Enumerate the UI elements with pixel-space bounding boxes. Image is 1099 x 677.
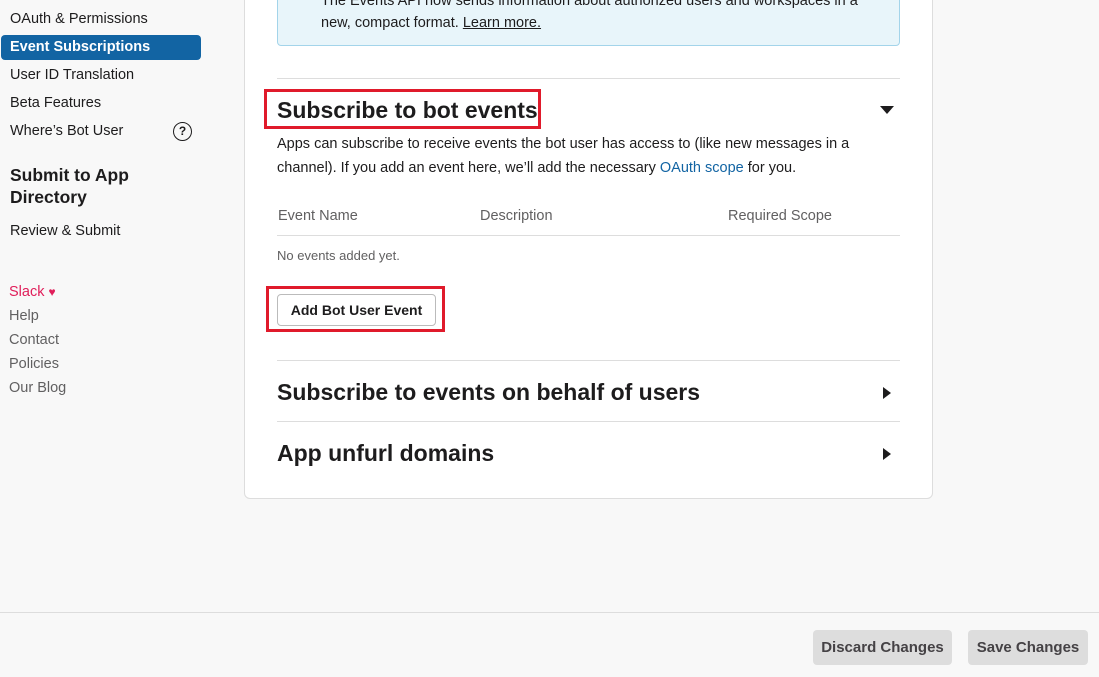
unfurl-domains-title[interactable]: App unfurl domains (277, 438, 494, 468)
caret-right-icon[interactable] (883, 448, 891, 460)
column-header-description: Description (480, 208, 553, 224)
bot-events-description: Apps can subscribe to receive events the… (277, 132, 897, 180)
divider (277, 360, 900, 361)
info-text: The Events API now sends information abo… (321, 0, 858, 31)
column-header-event-name: Event Name (278, 208, 358, 224)
column-header-required-scope: Required Scope (728, 208, 832, 224)
info-banner-text: The Events API now sends information abo… (321, 0, 891, 34)
footer-link-blog[interactable]: Our Blog (9, 378, 66, 398)
caret-right-icon[interactable] (883, 387, 891, 399)
sidebar-item-beta-features[interactable]: Beta Features (1, 91, 201, 116)
heart-icon: ♥ (48, 285, 56, 299)
user-events-title[interactable]: Subscribe to events on behalf of users (277, 377, 700, 407)
table-header-divider (277, 235, 900, 236)
footer-link-slack[interactable]: Slack ♥ (9, 282, 56, 302)
empty-events-message: No events added yet. (277, 248, 400, 263)
caret-down-icon[interactable] (880, 106, 894, 114)
divider (277, 421, 900, 422)
bot-events-title[interactable]: Subscribe to bot events (277, 95, 538, 125)
sidebar-item-review-submit[interactable]: Review & Submit (1, 219, 201, 244)
learn-more-link[interactable]: Learn more. (463, 15, 541, 31)
help-icon[interactable]: ? (173, 122, 192, 141)
save-changes-button[interactable]: Save Changes (968, 630, 1088, 665)
discard-changes-button[interactable]: Discard Changes (813, 630, 952, 665)
footer-link-policies[interactable]: Policies (9, 354, 59, 374)
sidebar-item-wheres-bot-user[interactable]: Where’s Bot User (1, 119, 161, 144)
sidebar-item-event-subscriptions[interactable]: Event Subscriptions (1, 35, 201, 60)
add-bot-user-event-button[interactable]: Add Bot User Event (277, 294, 436, 326)
submit-to-app-directory-heading: Submit to App Directory (10, 165, 129, 207)
sidebar-item-user-id-translation[interactable]: User ID Translation (1, 63, 201, 88)
footer-link-help[interactable]: Help (9, 306, 39, 326)
divider (277, 78, 900, 79)
sidebar-item-oauth-permissions[interactable]: OAuth & Permissions (1, 7, 201, 32)
desc-text-after: for you. (743, 160, 797, 176)
oauth-scope-link[interactable]: OAuth scope (660, 160, 744, 176)
footer-slack-label: Slack (9, 284, 45, 300)
footer-link-contact[interactable]: Contact (9, 330, 59, 350)
sidebar: OAuth & Permissions Event Subscriptions … (0, 0, 210, 612)
